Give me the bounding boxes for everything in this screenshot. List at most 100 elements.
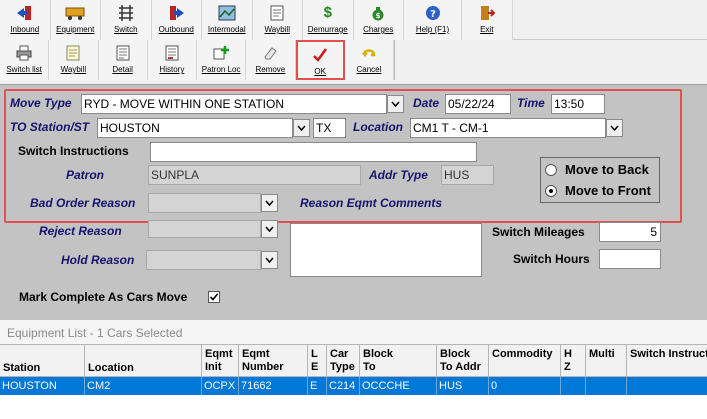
- move-position-group: Move to Back Move to Front: [540, 157, 660, 203]
- action-toolbar: Switch list Waybill Detail History Patro…: [0, 40, 395, 80]
- move-to-back-radio[interactable]: Move to Back: [545, 162, 649, 177]
- mark-complete-label: Mark Complete As Cars Move: [19, 290, 188, 304]
- move-type-dropdown-button[interactable]: [387, 95, 404, 113]
- remove-button[interactable]: Remove: [246, 40, 296, 80]
- svg-text:?: ?: [430, 9, 436, 20]
- history-icon: [162, 44, 182, 62]
- cell-station: HOUSTON: [0, 377, 85, 395]
- dollar-icon: $: [323, 4, 332, 21]
- col-header-car-type[interactable]: Car Type: [327, 345, 360, 377]
- waybill2-button[interactable]: Waybill: [49, 40, 99, 80]
- reason-eqmt-comments-field[interactable]: [290, 223, 482, 277]
- reason-eqmt-comments-label: Reason Eqmt Comments: [300, 196, 443, 210]
- date-field[interactable]: 05/22/24: [445, 94, 511, 114]
- equipment-grid: Station Location Eqmt Init Eqmt Number LE …: [0, 344, 707, 419]
- inbound-icon: [15, 4, 35, 22]
- cell-eqmt-init: OCPX: [202, 377, 239, 395]
- switch-list-button[interactable]: Switch list: [0, 40, 50, 80]
- checkmark-icon: [310, 46, 330, 64]
- col-header-eqmt-init[interactable]: Eqmt Init: [202, 345, 239, 377]
- col-header-location[interactable]: Location: [85, 345, 202, 377]
- mark-complete-checkbox[interactable]: [208, 291, 220, 303]
- chevron-down-icon: [265, 226, 274, 232]
- cancel-button[interactable]: Cancel: [344, 40, 395, 80]
- chevron-down-icon: [265, 200, 274, 206]
- outbound-button[interactable]: Outbound: [151, 0, 202, 40]
- equipment-list-title: Equipment List - 1 Cars Selected: [7, 326, 183, 340]
- reject-reason-select[interactable]: [148, 220, 261, 238]
- bad-order-reason-select[interactable]: [148, 193, 261, 213]
- col-header-hz[interactable]: HZ: [561, 345, 586, 377]
- hold-reason-dropdown-button[interactable]: [261, 251, 278, 269]
- hold-reason-select[interactable]: [146, 250, 261, 270]
- waybill-button[interactable]: Waybill: [252, 0, 303, 40]
- waybill-icon: [267, 4, 287, 22]
- col-header-station[interactable]: Station: [0, 345, 85, 377]
- radio-button[interactable]: [545, 163, 557, 176]
- ok-button[interactable]: OK: [295, 40, 345, 80]
- col-header-multi[interactable]: Multi: [586, 345, 627, 377]
- cell-multi: [586, 377, 627, 395]
- date-label: Date: [413, 96, 440, 110]
- col-header-le[interactable]: LE: [308, 345, 327, 377]
- state-field[interactable]: TX: [313, 118, 346, 138]
- to-station-label: TO Station/ST: [10, 120, 90, 134]
- intermodal-button[interactable]: Intermodal: [202, 0, 253, 40]
- switch-icon: [116, 4, 136, 22]
- cell-switch-instructions: [627, 377, 707, 395]
- location-select[interactable]: CM1 T - CM-1: [410, 118, 606, 138]
- time-field[interactable]: 13:50: [551, 94, 605, 114]
- exit-button[interactable]: Exit: [462, 0, 513, 40]
- col-header-eqmt-number[interactable]: Eqmt Number: [239, 345, 308, 377]
- patron-field: SUNPLA: [148, 165, 361, 185]
- patron-label: Patron: [66, 168, 105, 182]
- switch-instructions-field[interactable]: [150, 142, 477, 162]
- detail-button[interactable]: Detail: [98, 40, 148, 80]
- patron-loc-button[interactable]: Patron Loc: [197, 40, 247, 80]
- checkmark-icon: [209, 293, 219, 301]
- help-icon: ?: [423, 4, 443, 22]
- location-dropdown-button[interactable]: [606, 119, 623, 137]
- cell-commodity: 0: [489, 377, 561, 395]
- bad-order-reason-dropdown-button[interactable]: [261, 194, 278, 212]
- location-label: Location: [353, 120, 403, 134]
- col-header-commodity[interactable]: Commodity: [489, 345, 561, 377]
- demurrage-button[interactable]: $ Demurrage: [303, 0, 354, 40]
- switch-hours-field[interactable]: [599, 249, 661, 269]
- time-label: Time: [517, 96, 545, 110]
- history-button[interactable]: History: [147, 40, 197, 80]
- to-station-dropdown-button[interactable]: [293, 119, 310, 137]
- move-type-select[interactable]: RYD - MOVE WITHIN ONE STATION: [81, 94, 387, 114]
- bad-order-reason-label: Bad Order Reason: [30, 196, 136, 210]
- col-header-switch-instructions[interactable]: Switch Instructions: [627, 345, 707, 377]
- equipment-icon: [65, 4, 85, 22]
- equipment-list-panel: Equipment List - 1 Cars Selected Station…: [0, 320, 707, 419]
- charges-button[interactable]: $ Charges: [353, 0, 404, 40]
- addr-type-field: HUS: [441, 165, 494, 185]
- cell-location: CM2: [85, 377, 202, 395]
- to-station-select[interactable]: HOUSTON: [97, 118, 293, 138]
- radio-button-selected[interactable]: [545, 184, 557, 197]
- equipment-button[interactable]: Equipment: [50, 0, 101, 40]
- help-button[interactable]: ? Help (F1): [404, 0, 462, 40]
- switch-mileages-field[interactable]: 5: [599, 222, 661, 242]
- money-bag-icon: $: [368, 4, 388, 22]
- move-to-front-radio[interactable]: Move to Front: [545, 183, 651, 198]
- reject-reason-dropdown-button[interactable]: [261, 220, 278, 238]
- patron-loc-icon: [211, 44, 231, 62]
- main-toolbar: Inbound Equipment Switch Outbound Interm…: [0, 0, 707, 40]
- chevron-down-icon: [265, 257, 274, 263]
- chevron-down-icon: [610, 125, 619, 131]
- inbound-button[interactable]: Inbound: [0, 0, 51, 40]
- col-header-block-to[interactable]: Block To: [360, 345, 437, 377]
- switch-move-form: Move Type RYD - MOVE WITHIN ONE STATION …: [0, 84, 707, 320]
- cell-block-to-addr: HUS: [437, 377, 489, 395]
- switch-button[interactable]: Switch: [101, 0, 152, 40]
- switch-mileages-label: Switch Mileages: [492, 225, 585, 239]
- reject-reason-label: Reject Reason: [39, 224, 122, 238]
- addr-type-label: Addr Type: [369, 168, 428, 182]
- cell-block-to: OCCCHE: [360, 377, 437, 395]
- col-header-block-to-addr[interactable]: Block To Addr: [437, 345, 489, 377]
- eraser-icon: [260, 44, 280, 62]
- switch-hours-label: Switch Hours: [513, 252, 590, 266]
